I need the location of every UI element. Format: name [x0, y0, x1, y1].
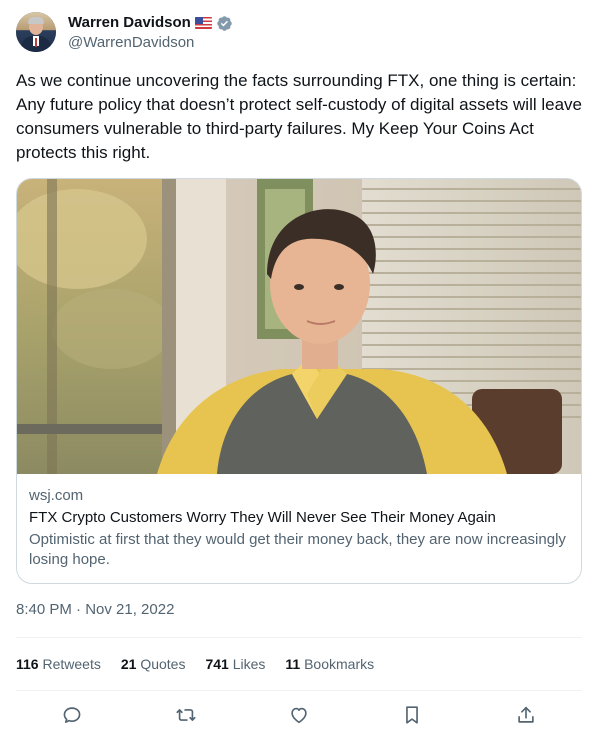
quotes-stat[interactable]: 21 Quotes: [121, 654, 186, 674]
reply-icon: [63, 707, 81, 723]
share-button[interactable]: [513, 702, 539, 728]
quotes-count: 21: [120, 656, 137, 672]
author-avatar[interactable]: [16, 12, 56, 52]
tweet-text: As we continue uncovering the facts surr…: [16, 71, 583, 162]
us-flag-icon: [194, 17, 212, 29]
verified-badge-icon[interactable]: [216, 15, 233, 32]
likes-stat[interactable]: 741 Likes: [205, 654, 265, 674]
reply-button[interactable]: [59, 702, 85, 728]
card-title[interactable]: FTX Crypto Customers Worry They Will Nev…: [29, 508, 569, 528]
bookmark-button[interactable]: [399, 702, 425, 728]
card-domain: wsj.com: [29, 487, 84, 504]
retweets-label: Retweets: [42, 656, 101, 672]
retweet-button[interactable]: [173, 702, 199, 728]
author-name[interactable]: Warren Davidson: [68, 13, 191, 33]
likes-count: 741: [205, 656, 229, 672]
retweets-stat[interactable]: 116 Retweets: [16, 654, 101, 674]
bookmarks-label: Bookmarks: [304, 656, 375, 672]
tweet-timestamp[interactable]: 8:40 PM · Nov 21, 2022: [16, 600, 174, 620]
bookmark-icon: [406, 706, 418, 724]
engagement-stats: 116 Retweets 21 Quotes 741 Likes 11 Book…: [16, 654, 374, 674]
bookmarks-stat[interactable]: 11 Bookmarks: [285, 654, 374, 674]
share-icon: [518, 706, 534, 723]
card-description: Optimistic at first that they would get …: [29, 531, 566, 568]
author-handle[interactable]: @WarrenDavidson: [68, 33, 194, 53]
quotes-label: Quotes: [140, 656, 186, 672]
like-icon: [291, 707, 307, 724]
card-image[interactable]: [17, 179, 581, 474]
divider-top: [16, 637, 582, 638]
likes-label: Likes: [232, 656, 266, 672]
divider-bottom: [16, 690, 582, 691]
like-button[interactable]: [286, 702, 312, 728]
author-name-row: Warren Davidson: [68, 13, 233, 33]
action-bar: [16, 702, 582, 728]
link-card[interactable]: wsj.com FTX Crypto Customers Worry They …: [16, 178, 582, 584]
card-info: wsj.com FTX Crypto Customers Worry They …: [29, 486, 569, 570]
bookmarks-count: 11: [285, 656, 301, 672]
retweet-icon: [176, 709, 196, 721]
retweets-count: 116: [16, 656, 39, 672]
tweet-header: Warren Davidson @WarrenDavidson: [16, 12, 582, 54]
